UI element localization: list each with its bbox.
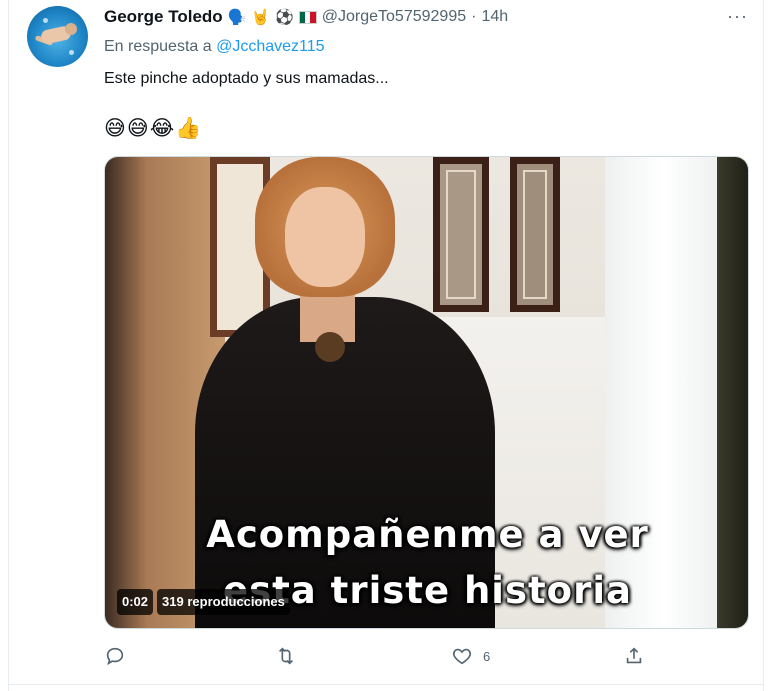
share-button[interactable] (623, 645, 645, 667)
more-options-icon[interactable]: ··· (727, 6, 748, 27)
video-caption-line1: Acompañenme a ver (206, 513, 649, 556)
divider (8, 684, 764, 685)
mexico-flag-icon (298, 10, 317, 24)
retweet-icon (278, 647, 294, 665)
avatar-art (69, 50, 74, 55)
tweet-emoji-line: 😅😅😂👍 (104, 117, 203, 140)
avatar[interactable] (27, 6, 88, 67)
tweet-header: George Toledo 🗣️ 🤘 ⚽ @JorgeTo57592995 · … (104, 6, 508, 28)
avatar-art (65, 23, 77, 35)
author-name[interactable]: George Toledo (104, 7, 223, 27)
tweet-text: Este pinche adoptado y sus mamadas... (104, 70, 389, 87)
video-frame (105, 157, 748, 628)
heart-icon (452, 648, 472, 665)
right-border (763, 0, 764, 691)
tweet-card[interactable]: George Toledo 🗣️ 🤘 ⚽ @JorgeTo57592995 · … (0, 0, 768, 691)
avatar-art (43, 18, 48, 23)
retweet-button[interactable] (275, 645, 297, 667)
tweet-actions: 6 (0, 645, 768, 671)
reply-mention-link[interactable]: @Jcchavez115 (216, 38, 324, 55)
like-count: 6 (483, 648, 491, 664)
speaking-head-icon: 🗣️ (227, 8, 247, 26)
video-duration: 0:02 (117, 589, 154, 615)
video-views: 319 reproducciones (157, 589, 290, 615)
reply-prefix: En respuesta a (104, 38, 212, 55)
reply-button[interactable] (104, 645, 126, 667)
video-info: 0:02 319 reproducciones (117, 589, 290, 615)
share-icon (626, 647, 642, 664)
soccer-ball-icon: ⚽ (275, 8, 294, 26)
separator: · (471, 8, 477, 25)
author-handle[interactable]: @JorgeTo57592995 (322, 8, 466, 26)
rock-hand-icon: 🤘 (251, 8, 271, 26)
reply-icon (106, 647, 124, 666)
like-button[interactable]: 6 (451, 645, 490, 667)
reply-context: En respuesta a @Jcchavez115 (104, 38, 325, 56)
left-border (8, 0, 9, 691)
video-player[interactable]: Acompañenme a ver esta triste historia 0… (104, 156, 749, 629)
timestamp[interactable]: 14h (481, 8, 508, 26)
